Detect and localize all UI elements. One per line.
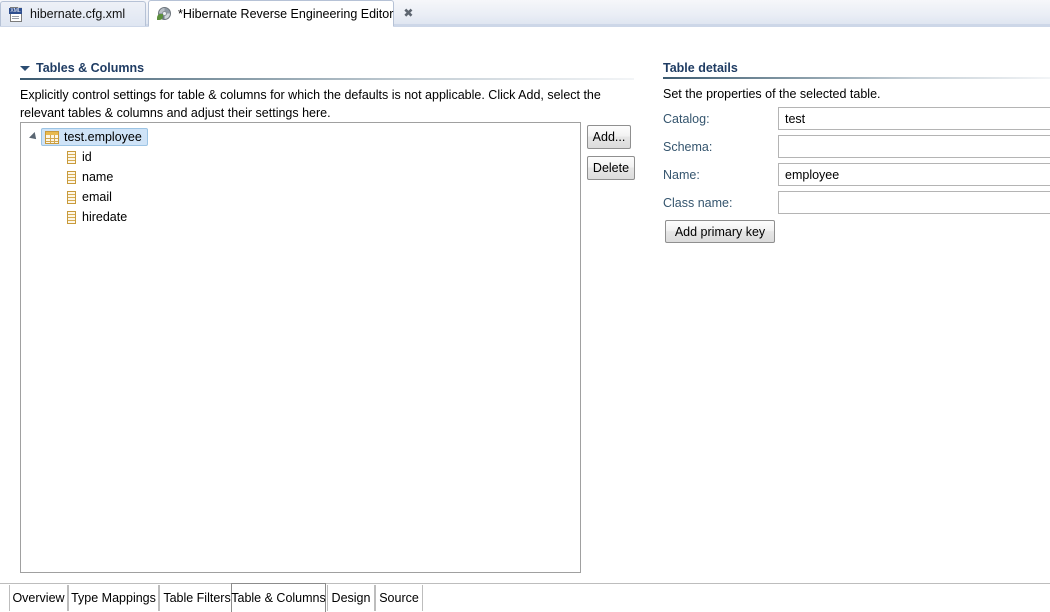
column-icon	[67, 170, 76, 184]
table-details-description: Set the properties of the selected table…	[663, 87, 881, 101]
section-divider-right	[663, 77, 1050, 79]
tab-table-and-columns[interactable]: Table & Columns	[231, 583, 326, 612]
editor-tab-label: *Hibernate Reverse Engineering Editor	[178, 6, 394, 21]
catalog-label: Catalog:	[663, 112, 710, 126]
tree-row[interactable]: test.employee	[21, 127, 580, 147]
xml-badge-label: XML	[9, 7, 22, 14]
tab-type-mappings[interactable]: Type Mappings	[68, 585, 159, 611]
add-button[interactable]: Add...	[587, 125, 631, 149]
tab-table-filters[interactable]: Table Filters	[159, 585, 235, 611]
name-input[interactable]: employee	[778, 163, 1050, 186]
catalog-input[interactable]: test	[778, 107, 1050, 130]
editor-tab-bar: XML hibernate.cfg.xml *Hibernate Reverse…	[0, 0, 1050, 27]
column-icon	[67, 210, 76, 224]
tables-columns-tree[interactable]: test.employee id name email hiredate	[20, 122, 581, 573]
tree-item-column[interactable]: id	[67, 150, 92, 164]
bottom-tab-bar: Overview Type Mappings Table Filters Tab…	[0, 583, 1050, 612]
tab-source[interactable]: Source	[375, 585, 423, 611]
schema-label: Schema:	[663, 140, 713, 154]
table-details-section-header: Table details	[663, 61, 738, 75]
tree-row[interactable]: email	[21, 187, 580, 207]
tree-item-label: email	[82, 190, 112, 204]
editor-window: XML hibernate.cfg.xml *Hibernate Reverse…	[0, 0, 1050, 612]
section-divider-left	[20, 78, 634, 80]
tree-item-table[interactable]: test.employee	[41, 128, 148, 146]
editor-tab-label: hibernate.cfg.xml	[30, 7, 126, 21]
section-title: Tables & Columns	[36, 61, 145, 75]
column-icon	[67, 150, 76, 164]
column-icon	[67, 190, 76, 204]
triangle-expanded-icon[interactable]	[29, 132, 39, 142]
tree-row[interactable]: hiredate	[21, 207, 580, 227]
tree-item-column[interactable]: name	[67, 170, 113, 184]
close-icon[interactable]: ✖	[403, 7, 413, 20]
tree-item-label: test.employee	[64, 130, 142, 144]
add-primary-key-button[interactable]: Add primary key	[665, 220, 775, 243]
class-name-label: Class name:	[663, 196, 733, 210]
editor-tab-hibernate-cfg-xml[interactable]: XML hibernate.cfg.xml	[0, 1, 146, 26]
delete-button[interactable]: Delete	[587, 156, 635, 180]
class-name-input[interactable]	[778, 191, 1050, 214]
table-icon	[45, 130, 59, 144]
editor-tab-hibernate-reverse-engineering-editor[interactable]: *Hibernate Reverse Engineering Editor ✖	[148, 0, 413, 27]
name-label: Name:	[663, 168, 700, 182]
tab-design[interactable]: Design	[327, 585, 375, 611]
hibernate-icon	[157, 6, 172, 21]
schema-input[interactable]	[778, 135, 1050, 158]
tree-item-label: hiredate	[82, 210, 128, 224]
tree-item-label: id	[82, 150, 92, 164]
section-description: Explicitly control settings for table & …	[20, 88, 601, 120]
xml-file-icon: XML	[9, 6, 24, 22]
tree-item-column[interactable]: email	[67, 190, 112, 204]
tables-and-columns-section-header[interactable]: Tables & Columns	[20, 61, 144, 75]
tree-row[interactable]: name	[21, 167, 580, 187]
tree-item-column[interactable]: hiredate	[67, 210, 127, 224]
tree-row[interactable]: id	[21, 147, 580, 167]
bottom-tab-baseline	[0, 583, 1050, 584]
triangle-down-icon[interactable]	[20, 65, 30, 71]
tree-item-label: name	[82, 170, 114, 184]
tab-overview[interactable]: Overview	[9, 585, 68, 611]
section-title: Table details	[663, 61, 738, 75]
